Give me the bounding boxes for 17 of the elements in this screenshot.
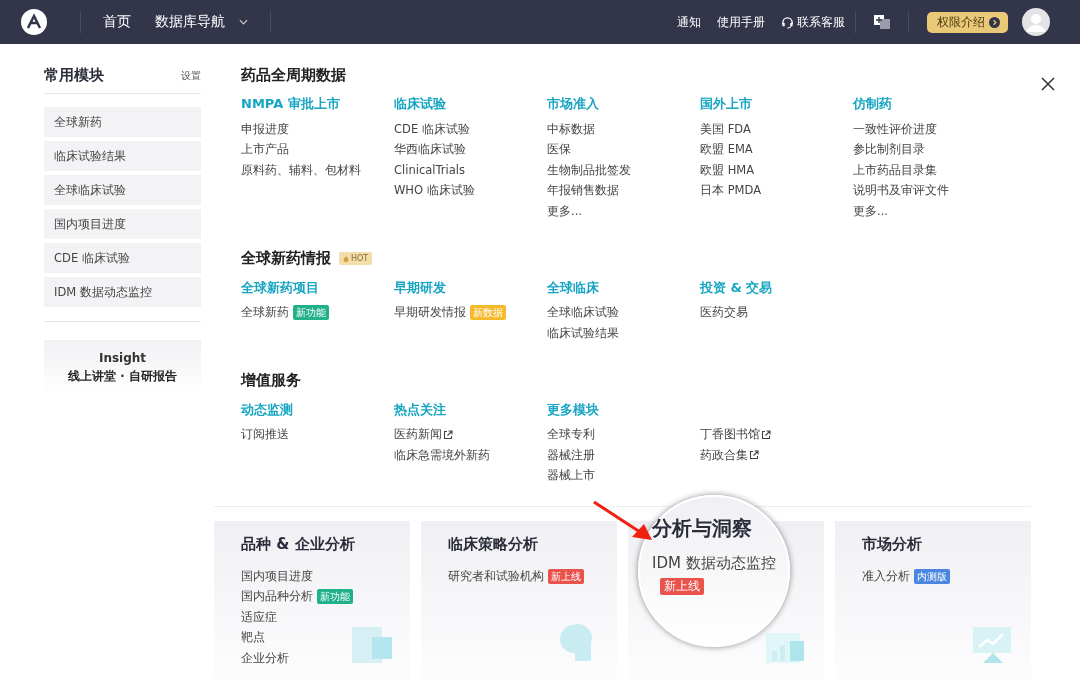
card-title: 分析与洞察 — [652, 515, 752, 542]
tag: 新上线 — [660, 578, 704, 595]
card-title: 临床策略分析 — [448, 535, 539, 554]
tag: 新功能 — [317, 589, 353, 605]
tag: 内测版 — [914, 568, 950, 584]
tag: 新上线 — [548, 568, 584, 584]
section-title: 增值服务 — [241, 371, 301, 390]
card-title: 市场分析 — [862, 535, 923, 554]
section-title: 药品全周期数据 — [241, 65, 346, 85]
section-title: 全球新药情报 — [241, 249, 331, 268]
card-title: 品种 & 企业分析 — [241, 535, 356, 554]
hot-label: HOT — [351, 254, 369, 263]
tag: 新功能 — [293, 305, 329, 321]
promo-title: Insight — [98, 350, 147, 365]
tag: 新数据 — [470, 305, 506, 321]
sidebar-title: 常用模块 — [44, 66, 104, 85]
promo-subtitle: 线上讲堂 · 自研报告 — [68, 368, 177, 384]
